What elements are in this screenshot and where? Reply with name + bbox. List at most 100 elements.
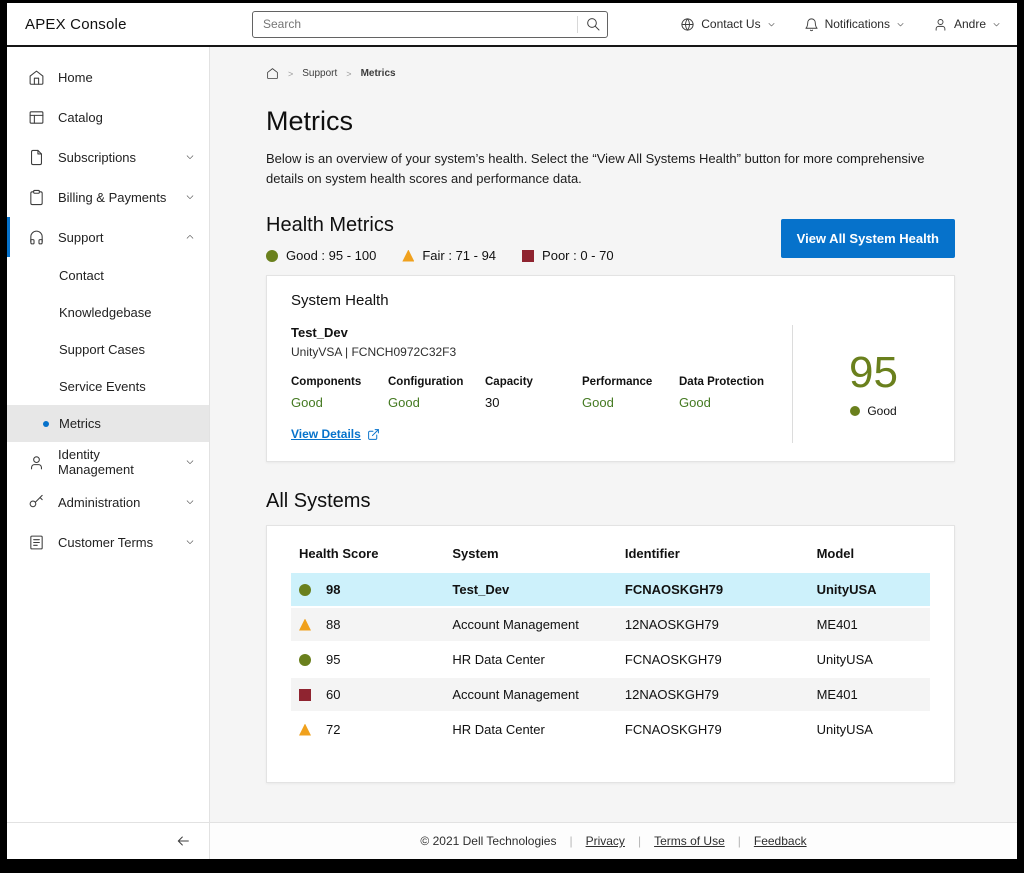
search-input[interactable]	[263, 17, 573, 31]
notifications-menu[interactable]: Notifications	[804, 17, 905, 32]
fair-triangle-icon	[299, 724, 311, 736]
view-details-label: View Details	[291, 427, 361, 441]
health-metrics-title: Health Metrics	[266, 214, 614, 237]
health-score: 95	[326, 652, 340, 667]
catalog-icon	[28, 109, 45, 126]
feedback-link[interactable]: Feedback	[754, 834, 807, 848]
breadcrumb-item-support[interactable]: Support	[302, 68, 337, 79]
user-menu[interactable]: Andre	[933, 17, 1001, 32]
sidebar-item-home[interactable]: Home	[7, 57, 209, 97]
view-details-link[interactable]: View Details	[291, 427, 380, 441]
legend-good-label: Good : 95 - 100	[286, 248, 376, 263]
topbar-menus: Contact Us Notifications Andre	[680, 17, 1001, 32]
health-score-panel: 95 Good	[792, 325, 954, 443]
metric-value: Good	[291, 395, 387, 410]
system-cell: HR Data Center	[444, 642, 617, 677]
table-row[interactable]: 72 HR Data Center FCNAOSKGH79 UnityUSA	[291, 712, 930, 747]
legend-fair: Fair : 71 - 94	[402, 248, 496, 263]
metric-performance: Performance Good	[582, 376, 678, 410]
metric-value: Good	[679, 395, 775, 410]
sidebar-subitem-metrics[interactable]: Metrics	[7, 405, 209, 442]
sidebar-item-administration[interactable]: Administration	[7, 482, 209, 522]
sidebar-item-subscriptions[interactable]: Subscriptions	[7, 137, 209, 177]
chevron-down-icon	[992, 20, 1001, 29]
sidebar-subitem-service-events[interactable]: Service Events	[7, 368, 209, 405]
metric-label: Components	[291, 376, 387, 388]
terms-of-use-link[interactable]: Terms of Use	[654, 834, 725, 848]
sidebar-subitem-label: Knowledgebase	[59, 305, 152, 320]
column-header-model: Model	[809, 532, 930, 573]
sidebar-subitem-support-cases[interactable]: Support Cases	[7, 331, 209, 368]
top-bar: APEX Console Contact Us	[7, 3, 1017, 47]
external-link-icon	[367, 428, 380, 441]
fair-triangle-icon	[299, 619, 311, 631]
collapse-sidebar-icon[interactable]	[175, 833, 191, 849]
search-icon[interactable]	[585, 16, 601, 32]
billing-icon	[28, 189, 45, 206]
sidebar-item-identity-management[interactable]: Identity Management	[7, 442, 209, 482]
identifier-cell: FCNAOSKGH79	[617, 642, 809, 677]
page-description: Below is an overview of your system’s he…	[266, 149, 955, 188]
privacy-link[interactable]: Privacy	[586, 834, 625, 848]
view-all-system-health-button[interactable]: View All System Health	[781, 219, 955, 258]
sidebar-item-support[interactable]: Support	[7, 217, 209, 257]
sidebar-subitem-contact[interactable]: Contact	[7, 257, 209, 294]
metric-capacity: Capacity 30	[485, 376, 581, 410]
health-score-status-label: Good	[867, 404, 896, 418]
metric-value: Good	[582, 395, 678, 410]
legend-fair-label: Fair : 71 - 94	[422, 248, 496, 263]
poor-square-icon	[522, 250, 534, 262]
table-row[interactable]: 95 HR Data Center FCNAOSKGH79 UnityUSA	[291, 642, 930, 677]
sidebar-item-catalog[interactable]: Catalog	[7, 97, 209, 137]
sidebar-subitem-label: Service Events	[59, 379, 146, 394]
sidebar-item-label: Identity Management	[58, 447, 172, 477]
breadcrumb-separator: >	[346, 69, 351, 79]
home-icon[interactable]	[266, 67, 279, 80]
page-footer: © 2021 Dell Technologies | Privacy | Ter…	[210, 822, 1017, 859]
table-row[interactable]: 60 Account Management 12NAOSKGH79 ME401	[291, 677, 930, 712]
system-metrics-row: Components Good Configuration Good Capac…	[291, 376, 792, 410]
search-box[interactable]	[252, 11, 608, 38]
user-name-label: Andre	[954, 17, 986, 31]
model-cell: UnityUSA	[809, 642, 930, 677]
footer-separator: |	[638, 834, 641, 848]
sidebar-item-label: Home	[58, 70, 195, 85]
breadcrumb-item-metrics: Metrics	[361, 68, 396, 79]
metric-configuration: Configuration Good	[388, 376, 484, 410]
system-subtitle: UnityVSA | FCNCH0972C32F3	[291, 345, 792, 359]
sidebar: Home Catalog Subscriptions	[7, 47, 210, 859]
all-systems-title: All Systems	[266, 490, 955, 513]
person-icon	[28, 454, 45, 471]
model-cell: ME401	[809, 607, 930, 642]
table-header-row: Health Score System Identifier Model	[291, 532, 930, 573]
legend-good: Good : 95 - 100	[266, 248, 376, 263]
system-cell: Account Management	[444, 677, 617, 712]
metric-label: Capacity	[485, 376, 581, 388]
metric-components: Components Good	[291, 376, 387, 410]
document-icon	[28, 534, 45, 551]
active-indicator-dot	[43, 421, 49, 427]
sidebar-subitem-label: Contact	[59, 268, 104, 283]
main-content: > Support > Metrics Metrics Below is an …	[210, 47, 1017, 859]
health-score: 98	[326, 582, 340, 597]
table-row[interactable]: 88 Account Management 12NAOSKGH79 ME401	[291, 607, 930, 642]
sidebar-subitem-label: Metrics	[59, 416, 101, 431]
identifier-cell: FCNAOSKGH79	[617, 573, 809, 607]
chevron-down-icon	[896, 20, 905, 29]
sidebar-subitem-knowledgebase[interactable]: Knowledgebase	[7, 294, 209, 331]
copyright-text: © 2021 Dell Technologies	[420, 834, 556, 848]
good-circle-icon	[299, 584, 311, 596]
column-header-system: System	[444, 532, 617, 573]
chevron-down-icon	[185, 192, 195, 202]
contact-us-menu[interactable]: Contact Us	[680, 17, 775, 32]
good-circle-icon	[299, 654, 311, 666]
sidebar-footer	[7, 822, 209, 859]
sidebar-item-customer-terms[interactable]: Customer Terms	[7, 522, 209, 562]
content-scroll: > Support > Metrics Metrics Below is an …	[210, 47, 1017, 822]
chevron-down-icon	[767, 20, 776, 29]
table-row[interactable]: 98 Test_Dev FCNAOSKGH79 UnityUSA	[291, 573, 930, 607]
app-title: APEX Console	[25, 16, 252, 33]
page-title: Metrics	[266, 106, 955, 137]
footer-separator: |	[569, 834, 572, 848]
sidebar-item-billing-payments[interactable]: Billing & Payments	[7, 177, 209, 217]
